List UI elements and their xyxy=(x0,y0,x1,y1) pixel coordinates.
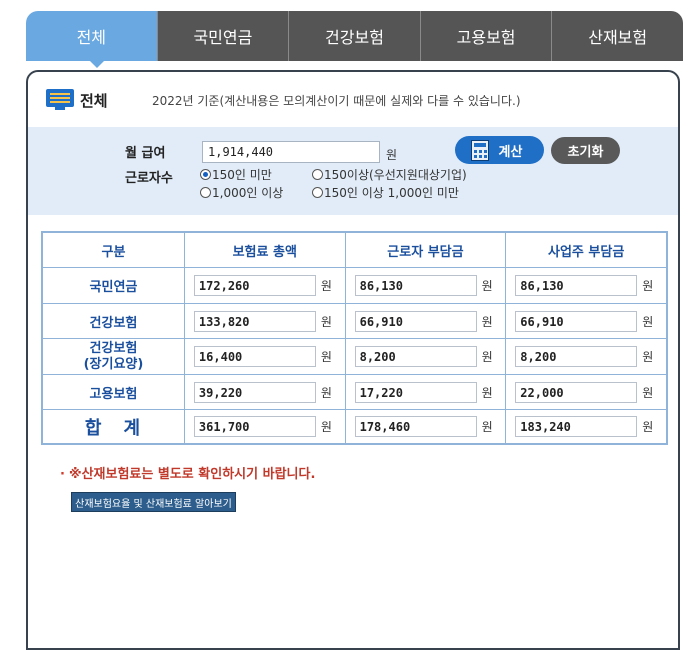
insurance-tabs: 전체 국민연금 건강보험 고용보험 산재보험 xyxy=(26,11,683,61)
radio-dot xyxy=(200,169,211,180)
worker-field: 17,220 xyxy=(354,381,477,403)
reset-button[interactable]: 초기화 xyxy=(551,137,620,164)
row-label: 고용보험 xyxy=(41,374,185,410)
radio-over-1000[interactable]: 1,000인 이상 xyxy=(200,184,283,201)
radio-150-to-1000[interactable]: 150인 이상 1,000인 미만 xyxy=(312,184,459,201)
tab-employment-insurance[interactable]: 고용보험 xyxy=(419,11,552,61)
header-worker-share: 근로자 부담금 xyxy=(344,231,507,268)
salary-label: 월 급여 xyxy=(125,146,166,161)
calculate-label: 계산 xyxy=(498,144,523,160)
table-row: 건강보험 133,820 원 66,910 원 66,910 원 xyxy=(41,303,668,339)
base-year-notice: 2022년 기준(계산내용은 모의계산이기 때문에 실제와 다를 수 있습니다.… xyxy=(152,94,521,108)
radio-dot xyxy=(312,187,323,198)
results-table: 구분 보험료 총액 근로자 부담금 사업주 부담금 국민연금 172,260 원 … xyxy=(41,231,668,445)
workers-label: 근로자수 xyxy=(125,171,173,186)
page-title: 전체 xyxy=(80,91,108,110)
radio-dot xyxy=(312,169,323,180)
table-row: 국민연금 172,260 원 86,130 원 86,130 원 xyxy=(41,267,668,304)
employer-field: 22,000 xyxy=(515,381,638,403)
worker-field: 8,200 xyxy=(354,346,477,367)
employer-field: 86,130 xyxy=(515,275,638,296)
table-row-total: 합계 361,700 원 178,460 원 183,240 원 xyxy=(41,409,668,445)
row-label: 건강보험 xyxy=(41,303,185,339)
industrial-insurance-warning: · ※산재보험료는 별도로 확인하시기 바랍니다. xyxy=(60,467,316,482)
total-field: 16,400 xyxy=(193,346,316,367)
radio-150-priority[interactable]: 150이상(우선지원대상기업) xyxy=(312,166,467,183)
tab-health-insurance[interactable]: 건강보험 xyxy=(288,11,420,61)
worker-field: 66,910 xyxy=(354,310,477,332)
header-employer-share: 사업주 부담금 xyxy=(505,231,668,268)
section-title: 전체 xyxy=(46,86,108,114)
total-field: 133,820 xyxy=(193,310,316,332)
tab-national-pension[interactable]: 국민연금 xyxy=(156,11,289,61)
table-header-row: 구분 보험료 총액 근로자 부담금 사업주 부담금 xyxy=(41,231,668,268)
worker-field: 86,130 xyxy=(354,275,477,296)
tab-industrial-accident-insurance[interactable]: 산재보험 xyxy=(551,11,683,61)
radio-under-150[interactable]: 150인 미만 xyxy=(200,166,272,183)
table-row: 고용보험 39,220 원 17,220 원 22,000 원 xyxy=(41,374,668,410)
worker-field: 178,460 xyxy=(354,416,477,437)
total-row-label: 합계 xyxy=(41,409,185,445)
salary-unit: 원 xyxy=(386,148,398,162)
row-label: 국민연금 xyxy=(41,267,185,304)
industrial-insurance-link-button[interactable]: 산재보험요율 및 산재보험료 알아보기 xyxy=(71,492,236,512)
employer-field: 8,200 xyxy=(515,346,638,367)
employer-field: 183,240 xyxy=(515,416,638,437)
row-label: 건강보험 (장기요양) xyxy=(41,338,185,375)
header-category: 구분 xyxy=(41,231,185,268)
monitor-icon xyxy=(46,89,74,111)
active-tab-pointer xyxy=(88,59,106,68)
radio-dot xyxy=(200,187,211,198)
calculate-button[interactable]: 계산 xyxy=(455,136,544,164)
calculator-icon xyxy=(471,140,489,161)
header-total: 보험료 총액 xyxy=(183,231,346,268)
employer-field: 66,910 xyxy=(515,310,638,332)
total-field: 361,700 xyxy=(193,416,316,437)
salary-input[interactable]: 1,914,440 xyxy=(202,141,380,163)
tab-all[interactable]: 전체 xyxy=(26,11,157,61)
total-field: 172,260 xyxy=(193,275,316,296)
bullet-icon: · xyxy=(60,467,65,482)
total-field: 39,220 xyxy=(193,381,316,403)
table-row: 건강보험 (장기요양) 16,400 원 8,200 원 8,200 원 xyxy=(41,338,668,375)
